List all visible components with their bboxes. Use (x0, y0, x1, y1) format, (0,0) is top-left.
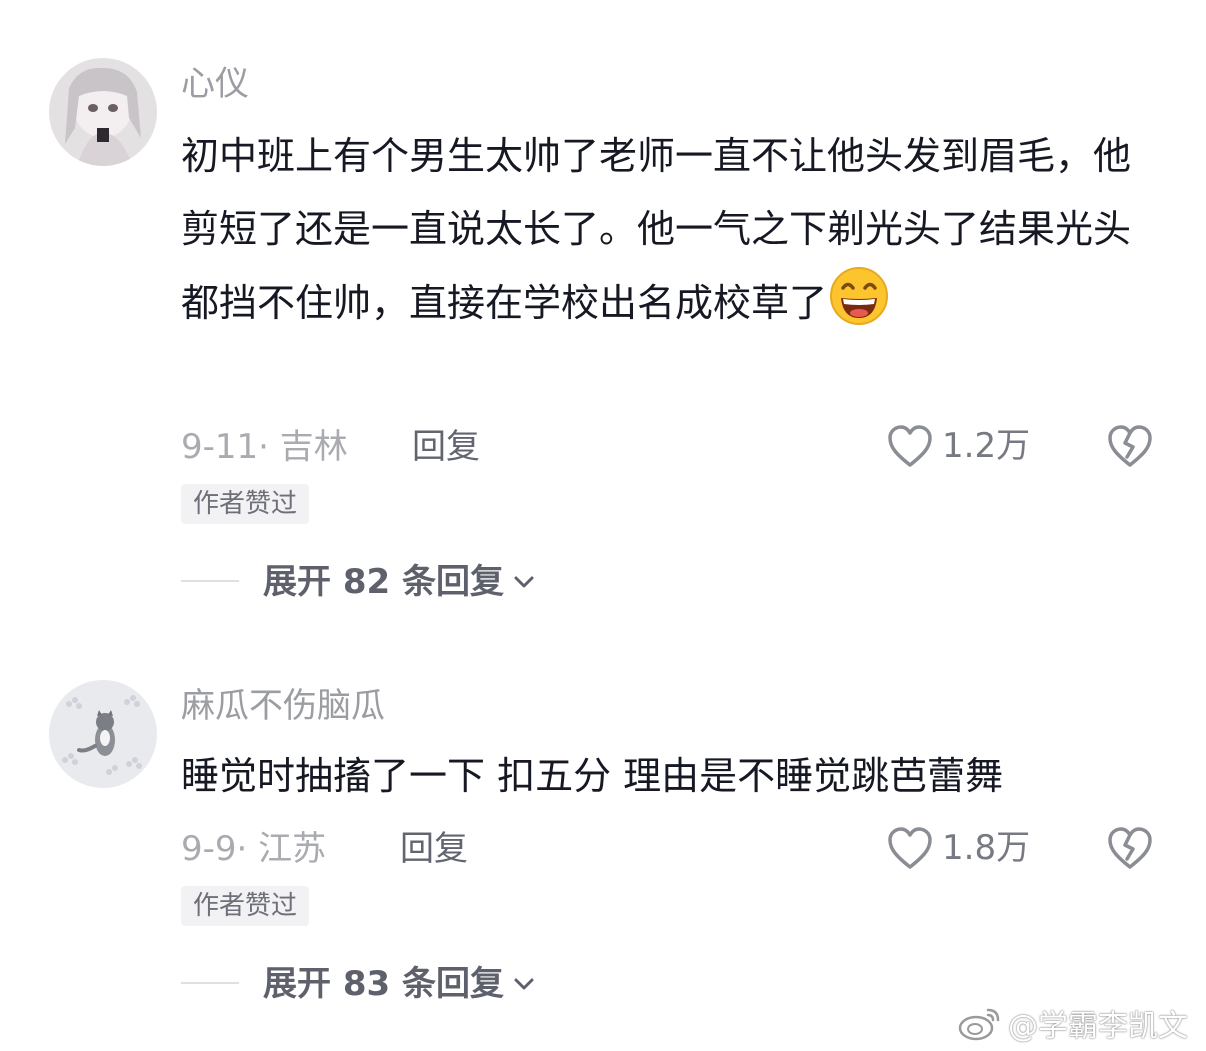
chevron-down-icon (514, 978, 534, 990)
heart-outline-icon (888, 425, 932, 467)
expand-replies-label: 展开 83 条回复 (263, 964, 504, 1004)
comment-date-location: 9-11· 吉林 (181, 427, 348, 467)
avatar[interactable] (49, 58, 157, 166)
expand-divider (181, 982, 239, 984)
author-liked-badge: 作者赞过 (181, 484, 310, 524)
watermark: @学霸李凯文 (958, 1001, 1188, 1045)
expand-replies-button[interactable]: 展开 83 条回复 (263, 964, 536, 1004)
dislike-button[interactable] (1106, 825, 1154, 875)
heart-outline-icon (888, 827, 932, 869)
author-liked-badge: 作者赞过 (181, 886, 310, 926)
grinning-face-emoji (830, 267, 889, 325)
expand-replies-button[interactable]: 展开 82 条回复 (263, 562, 536, 602)
comment-text: 睡觉时抽搐了一下 扣五分 理由是不睡觉跳芭蕾舞 (181, 754, 1004, 798)
dislike-button[interactable] (1106, 423, 1154, 473)
watermark-text: @学霸李凯文 (1008, 1009, 1188, 1044)
comment-username[interactable]: 麻瓜不伤脑瓜 (181, 686, 385, 726)
broken-heart-icon (1108, 827, 1152, 869)
chevron-down-icon (514, 576, 534, 588)
broken-heart-icon (1108, 425, 1152, 467)
reply-button[interactable]: 回复 (412, 427, 480, 467)
comment-text: 初中班上有个男生太帅了老师一直不让他头发到眉毛，他剪短了还是一直说太长了。他一气… (181, 120, 1161, 340)
avatar[interactable] (49, 680, 157, 788)
like-button[interactable]: 1.8万 (886, 825, 1030, 871)
expand-replies-label: 展开 82 条回复 (263, 562, 504, 602)
comment-date-location: 9-9· 江苏 (181, 829, 327, 869)
reply-button[interactable]: 回复 (400, 829, 468, 869)
weibo-logo-icon (958, 1008, 1000, 1041)
like-count: 1.2万 (942, 426, 1031, 466)
expand-divider (181, 580, 239, 582)
comment-username[interactable]: 心仪 (181, 64, 249, 104)
like-button[interactable]: 1.2万 (886, 423, 1030, 469)
like-count: 1.8万 (942, 828, 1031, 868)
comment-text-body: 初中班上有个男生太帅了老师一直不让他头发到眉毛，他剪短了还是一直说太长了。他一气… (181, 134, 1132, 325)
